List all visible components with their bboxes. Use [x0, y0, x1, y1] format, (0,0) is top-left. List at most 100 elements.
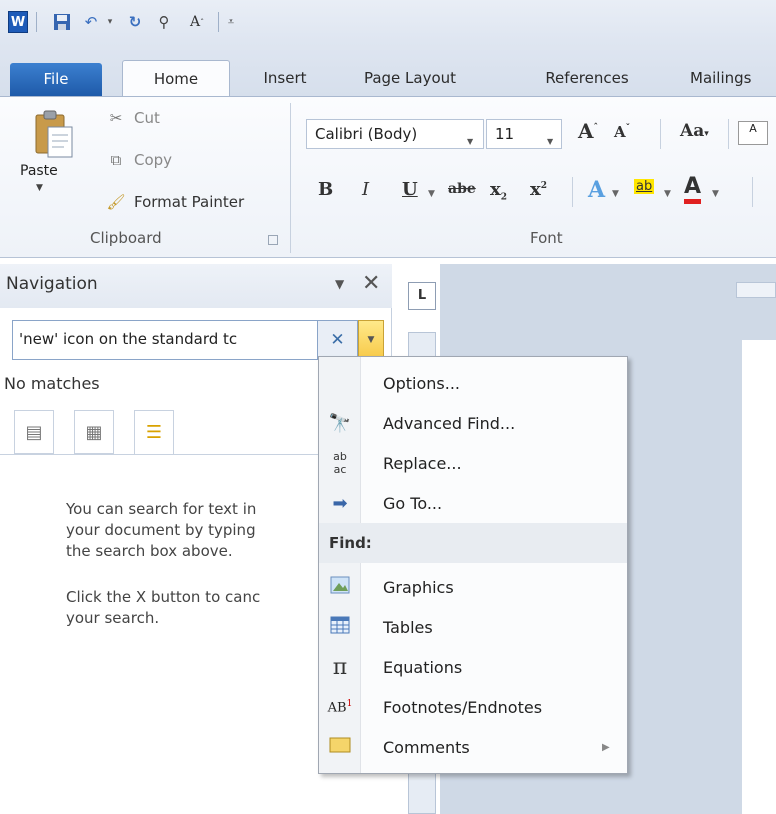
tab-file[interactable]: File	[10, 63, 102, 96]
tab-selector-button[interactable]: L	[408, 282, 436, 310]
search-input[interactable]	[13, 321, 313, 357]
navigation-header: Navigation ▼ ✕	[0, 264, 392, 308]
font-name-combobox[interactable]: Calibri (Body) ▼	[306, 119, 484, 149]
paintbrush-icon: 🖌	[106, 193, 126, 211]
cancel-help-text: Click the X button to canc your search.	[66, 588, 261, 627]
tab-page-layout[interactable]: Page Layout	[334, 60, 486, 96]
menu-item-options[interactable]: Options...	[319, 363, 627, 403]
subscript-button[interactable]: x2	[490, 179, 507, 203]
cut-button[interactable]: ✂ Cut	[106, 109, 160, 127]
menu-item-graphics[interactable]: Graphics	[319, 567, 627, 607]
format-painter-button[interactable]: 🖌 Format Painter	[106, 193, 244, 211]
pi-icon: π	[332, 654, 348, 680]
redo-icon[interactable]: ↻	[124, 11, 146, 33]
clear-search-icon[interactable]: ✕	[318, 320, 358, 360]
tab-insert[interactable]: Insert	[250, 60, 320, 96]
chevron-down-icon[interactable]: ▼	[712, 189, 719, 199]
separator	[728, 119, 729, 149]
menu-item-label: Tables	[383, 617, 433, 637]
chevron-down-icon[interactable]: ▼	[612, 189, 619, 199]
paste-button[interactable]: Paste	[20, 163, 58, 179]
comment-icon	[319, 737, 361, 758]
ribbon-tabs: File Home Insert Page Layout References …	[0, 40, 776, 96]
search-status: No matches	[4, 374, 100, 393]
grow-font-button[interactable]: Aˆ	[578, 119, 598, 143]
navigation-title: Navigation	[6, 274, 98, 294]
copy-icon: ⧉	[110, 151, 122, 169]
arrow-right-icon: ➡	[332, 492, 348, 514]
italic-button[interactable]: I	[362, 179, 369, 200]
horizontal-ruler	[736, 282, 776, 298]
menu-item-go-to[interactable]: ➡ Go To...	[319, 483, 627, 523]
menu-item-equations[interactable]: π Equations	[319, 647, 627, 687]
search-options-menu: Options... 🔭 Advanced Find... ab ac Repla…	[318, 356, 628, 774]
format-icon[interactable]: ⚲	[152, 11, 176, 33]
tab-mailings[interactable]: Mailings	[690, 60, 776, 96]
shrink-font-button[interactable]: Aˇ	[614, 123, 630, 141]
chevron-down-icon[interactable]: ▼	[664, 189, 671, 199]
headings-icon: ▤	[25, 421, 43, 443]
menu-item-footnotes[interactable]: AB1 Footnotes/Endnotes	[319, 687, 627, 727]
clear-formatting-icon[interactable]: A	[738, 121, 768, 145]
highlight-icon[interactable]: ab	[634, 179, 655, 194]
menu-item-label: Graphics	[383, 577, 454, 597]
font-size-combobox[interactable]: 11 ▼	[486, 119, 562, 149]
cut-label: Cut	[134, 109, 160, 127]
copy-button[interactable]: ⧉ Copy	[106, 151, 172, 169]
menu-item-replace[interactable]: ab ac Replace...	[319, 443, 627, 483]
menu-item-tables[interactable]: Tables	[319, 607, 627, 647]
tab-references[interactable]: References	[522, 60, 652, 96]
paste-icon[interactable]	[32, 109, 76, 161]
pages-icon: ▦	[85, 421, 103, 443]
underline-button[interactable]: U	[402, 179, 418, 200]
footnote-icon: AB1	[327, 698, 353, 716]
save-icon[interactable]	[50, 11, 74, 33]
font-color-icon[interactable]: A	[684, 175, 702, 204]
customize-icon[interactable]: ⩡	[224, 11, 238, 33]
underline-dropdown-icon[interactable]: ▼	[428, 189, 435, 199]
font-group-label: Font	[530, 229, 563, 247]
clipboard-launcher-icon[interactable]	[268, 235, 278, 245]
tab-home[interactable]: Home	[122, 60, 230, 96]
superscript-button[interactable]: x2	[530, 179, 547, 200]
ribbon: Paste ▼ ✂ Cut ⧉ Copy 🖌 Format Painter Cl…	[0, 96, 776, 258]
pane-options-icon[interactable]: ▼	[335, 277, 344, 291]
undo-dropdown-icon[interactable]: ▾	[104, 11, 116, 33]
binoculars-icon: 🔭	[328, 412, 352, 434]
menu-item-label: Footnotes/Endnotes	[383, 697, 543, 717]
word-logo-icon[interactable]: W	[8, 11, 28, 33]
bold-button[interactable]: B	[318, 179, 333, 200]
results-icon: ☰	[145, 422, 163, 443]
group-separator	[290, 103, 291, 253]
scissors-icon: ✂	[109, 109, 123, 127]
change-case-button[interactable]: Aa▾	[680, 121, 709, 141]
menu-item-label: Go To...	[383, 493, 443, 513]
strikethrough-button[interactable]: abe	[448, 181, 476, 197]
tab-headings[interactable]: ▤	[14, 410, 54, 454]
search-options-dropdown-icon[interactable]: ▼	[358, 320, 384, 360]
menu-item-comments[interactable]: Comments ▶	[319, 727, 627, 767]
replace-icon: ab ac	[333, 450, 347, 476]
table-icon	[319, 616, 361, 639]
font-grow-icon[interactable]: Aˆ	[184, 11, 210, 33]
chevron-down-icon: ▼	[547, 137, 554, 146]
menu-item-label: Advanced Find...	[383, 413, 516, 433]
menu-item-advanced-find[interactable]: 🔭 Advanced Find...	[319, 403, 627, 443]
menu-item-label: Options...	[383, 373, 460, 393]
tab-pages[interactable]: ▦	[74, 410, 114, 454]
paste-dropdown-icon[interactable]: ▼	[36, 183, 43, 193]
picture-icon	[319, 576, 361, 599]
chevron-down-icon: ▼	[467, 137, 474, 146]
undo-icon[interactable]: ↶	[80, 11, 102, 33]
font-size-value: 11	[495, 125, 515, 143]
separator	[572, 177, 573, 207]
toolbar-separator	[36, 12, 37, 32]
quick-access-toolbar: W ↶ ▾ ↻ ⚲ Aˆ ⩡	[0, 0, 776, 40]
find-section-header: Find:	[319, 523, 627, 563]
text-effects-icon[interactable]: A	[588, 177, 605, 203]
clipboard-group-label: Clipboard	[90, 229, 162, 247]
tab-results[interactable]: ☰	[134, 410, 174, 454]
submenu-arrow-icon: ▶	[602, 741, 610, 753]
document-page[interactable]	[742, 340, 776, 814]
close-icon[interactable]: ✕	[362, 271, 380, 296]
